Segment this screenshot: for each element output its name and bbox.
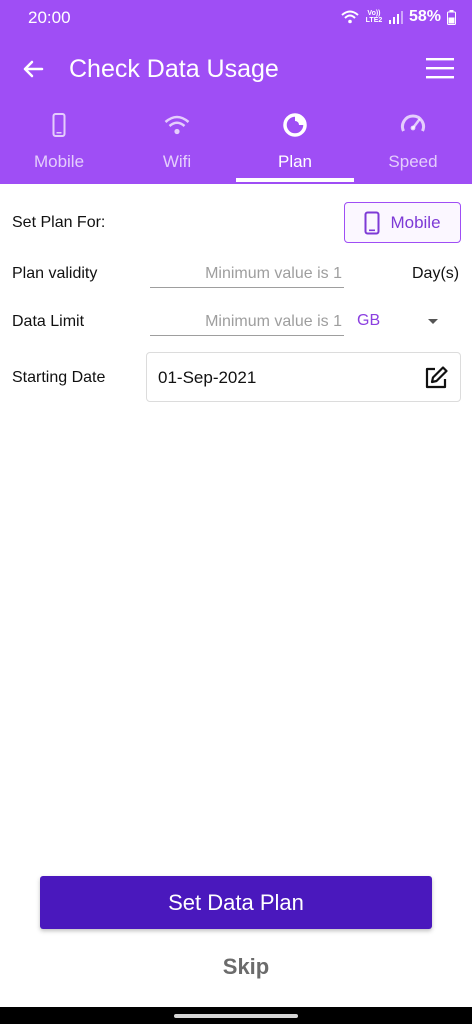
plan-validity-label: Plan validity (12, 265, 98, 282)
status-icons: Vo)) LTE2 58% (341, 8, 456, 26)
set-data-plan-button[interactable]: Set Data Plan (40, 876, 432, 929)
data-unit-dropdown[interactable]: GB (357, 312, 447, 334)
starting-date-value: 01-Sep-2021 (158, 368, 257, 387)
tab-label: Speed (388, 152, 438, 171)
starting-date-field[interactable]: 01-Sep-2021 (146, 352, 461, 402)
hamburger-menu-icon[interactable] (426, 56, 454, 80)
data-limit-field (150, 308, 344, 336)
tab-indicator (236, 178, 354, 182)
tab-label: Mobile (33, 152, 85, 171)
skip-button[interactable]: Skip (196, 952, 296, 982)
arrow-back-icon[interactable] (18, 54, 48, 84)
edit-icon[interactable] (423, 365, 449, 391)
tab-bar: Mobile Wifi Plan Speed (0, 104, 472, 184)
page-title: Check Data Usage (69, 55, 279, 83)
volte-icon: Vo)) LTE2 (365, 10, 383, 24)
network-label: Vo)) LTE2 (365, 10, 383, 24)
tab-mobile[interactable]: Mobile (0, 104, 118, 184)
battery-icon (447, 9, 456, 25)
data-unit-value: GB (357, 312, 381, 329)
plan-validity-input[interactable] (150, 260, 344, 287)
battery-percent: 58% (408, 8, 441, 25)
app-bar: Check Data Usage (0, 36, 472, 104)
set-plan-for-label: Set Plan For: (12, 214, 106, 231)
phone-icon (364, 211, 380, 234)
status-time: 20:00 (28, 8, 71, 27)
plan-icon (283, 113, 307, 137)
status-bar: 20:00 Vo)) LTE2 58% (0, 0, 472, 36)
tab-label: Plan (277, 152, 313, 171)
wifi-icon (341, 10, 359, 24)
plan-target-label: Mobile (390, 212, 441, 232)
plan-validity-field (150, 260, 344, 288)
tab-label: Wifi (162, 152, 192, 171)
tab-speed[interactable]: Speed (354, 104, 472, 184)
tab-wifi[interactable]: Wifi (118, 104, 236, 184)
dropdown-arrow-icon (428, 319, 438, 324)
speedometer-icon (401, 114, 425, 132)
wifi-icon (164, 115, 190, 135)
home-handle[interactable] (174, 1014, 298, 1018)
starting-date-label: Starting Date (12, 369, 106, 386)
signal-icon (388, 11, 403, 24)
system-nav-bar (0, 1007, 472, 1024)
plan-target-button[interactable]: Mobile (344, 202, 461, 243)
tab-plan[interactable]: Plan (236, 104, 354, 184)
validity-unit-label: Day(s) (412, 265, 460, 282)
data-limit-input[interactable] (150, 308, 344, 335)
phone-icon (52, 113, 66, 137)
data-limit-label: Data Limit (12, 313, 85, 330)
